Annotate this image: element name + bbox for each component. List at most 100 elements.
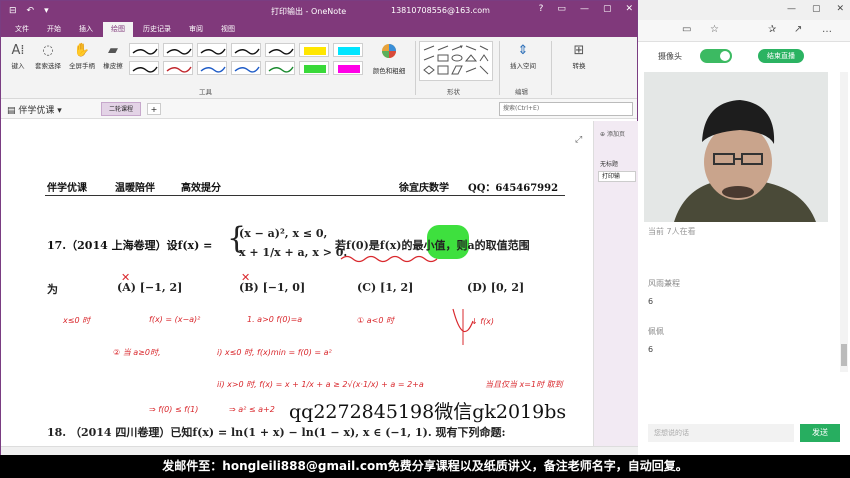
- handwriting: 当且仅当 x=1时 取到: [485, 380, 563, 389]
- ribbon-divider: [499, 41, 500, 95]
- browser-toolbar: ▭ ☆ ✰ ↗ …: [638, 20, 850, 42]
- pen-swatch[interactable]: [163, 61, 193, 75]
- cross-mark-icon: ✕: [121, 271, 131, 284]
- pen-swatch[interactable]: [231, 43, 261, 57]
- hand-icon: ✋: [73, 43, 91, 58]
- end-live-button[interactable]: 结束直播: [758, 49, 804, 63]
- parabola-sketch: [452, 308, 474, 345]
- undo-icon[interactable]: ↶: [27, 6, 35, 16]
- more-icon[interactable]: …: [822, 24, 832, 35]
- notebook-selector[interactable]: ▤ 伴学优课 ▾: [7, 103, 62, 116]
- favorites-icon[interactable]: ✰: [768, 24, 776, 35]
- close-button[interactable]: ✕: [836, 4, 844, 14]
- chat-username: 风雨兼程: [648, 279, 680, 288]
- header-rule: [45, 195, 565, 196]
- eraser-icon: ▰: [108, 43, 118, 58]
- tab-insert[interactable]: 插入: [71, 22, 101, 37]
- cross-mark-icon: ✕: [241, 271, 251, 284]
- question-17-condition: 若f(0)是f(x)的最小值，则a的取值范围: [335, 239, 530, 252]
- insert-space-button[interactable]: ⇕ 插入空间: [503, 43, 543, 70]
- shapes-group-label: 形状: [447, 88, 460, 96]
- pan-hand-button[interactable]: ✋ 全屏手柄: [65, 43, 99, 70]
- tab-home[interactable]: 开始: [39, 22, 69, 37]
- add-section-button[interactable]: +: [147, 103, 161, 115]
- save-icon[interactable]: ⊟: [9, 6, 17, 16]
- ribbon-divider: [415, 41, 416, 95]
- notebook-bar: ▤ 伴学优课 ▾ 二轮课程 + 搜索(Ctrl+E): [1, 99, 637, 119]
- title-bar: ⊟ ↶ ▾ 打印输出 - OneNote 13810708556@163.com…: [1, 1, 637, 21]
- presenter-video: [644, 72, 828, 222]
- pen-swatch[interactable]: [333, 43, 363, 57]
- help-icon[interactable]: ?: [539, 4, 544, 14]
- header-brand: 伴学优课: [47, 183, 87, 194]
- chat-scrollbar[interactable]: [840, 72, 848, 372]
- favorite-star-icon[interactable]: ☆: [710, 24, 719, 35]
- pen-swatch[interactable]: [333, 61, 363, 75]
- pen-swatch[interactable]: [299, 43, 329, 57]
- ribbon-tabs: 文件 开始 插入 绘图 历史记录 审阅 视图: [1, 21, 637, 37]
- pen-swatch[interactable]: [163, 43, 193, 57]
- color-thickness-button[interactable]: 颜色和粗细: [367, 43, 411, 75]
- question-17-prefix: 17.（2014 上海卷理）设f(x) =: [47, 239, 213, 252]
- handwriting: 1. a>0 f(0)=a: [247, 315, 303, 324]
- pen-swatch[interactable]: [299, 61, 329, 75]
- window-controls: ? ▭ — ▢ ✕: [539, 4, 633, 14]
- handwriting: ⇒ a² ≤ a+2: [229, 405, 275, 414]
- add-page-button[interactable]: ⊕ 添加页: [600, 129, 625, 138]
- ribbon-display-icon[interactable]: ▭: [557, 4, 566, 14]
- scrollbar-thumb[interactable]: [841, 344, 847, 366]
- handwriting: ① a<0 时: [357, 316, 394, 325]
- notebook-icon: ▤: [7, 106, 19, 116]
- share-icon[interactable]: ↗: [794, 24, 802, 35]
- piecewise-case-1: (x − a)², x ≤ 0,: [239, 227, 328, 240]
- tab-file[interactable]: 文件: [7, 22, 37, 37]
- tab-draw[interactable]: 绘图: [103, 22, 133, 37]
- minimize-button[interactable]: —: [580, 4, 589, 14]
- maximize-button[interactable]: ▢: [812, 4, 821, 14]
- header-slogan: 温暖陪伴: [115, 183, 155, 194]
- pen-swatch[interactable]: [129, 43, 159, 57]
- pen-swatch[interactable]: [265, 43, 295, 57]
- reader-view-icon[interactable]: ▭: [682, 24, 691, 35]
- pen-swatch[interactable]: [197, 61, 227, 75]
- page-item-untitled[interactable]: 无标题: [600, 159, 618, 168]
- window-title: 打印输出 - OneNote: [271, 7, 347, 16]
- shapes-gallery[interactable]: [419, 41, 493, 81]
- header-qq: QQ：645467992: [468, 183, 559, 194]
- insert-space-icon: ⇕: [517, 43, 529, 58]
- handwriting: ii) x>0 时, f(x) = x + 1/x + a ≥ 2√(x·1/x…: [217, 380, 424, 389]
- type-button[interactable]: A⁞ 键入: [5, 43, 31, 70]
- close-button[interactable]: ✕: [625, 4, 633, 14]
- camera-toggle[interactable]: [700, 49, 732, 63]
- pen-swatch[interactable]: [197, 43, 227, 57]
- question-17-wei: 为: [47, 283, 58, 296]
- handwriting: f(x) = (x−a)²: [149, 315, 201, 324]
- page-item-print[interactable]: 打印输: [598, 171, 636, 182]
- customize-chevron-icon[interactable]: ▾: [44, 6, 49, 16]
- maximize-button[interactable]: ▢: [603, 4, 612, 14]
- eraser-button[interactable]: ▰ 橡皮擦: [99, 43, 127, 70]
- live-panel: — ▢ ✕ ▭ ☆ ✰ ↗ … 摄像头 结束直播 当前 7人在看 风雨兼程 6 …: [638, 0, 850, 455]
- expand-icon[interactable]: ⤢: [575, 135, 582, 145]
- pen-swatch[interactable]: [129, 61, 159, 75]
- chat-message: 6: [648, 297, 654, 306]
- handwriting: ↓ f(x): [471, 317, 495, 326]
- account-email[interactable]: 13810708556@163.com: [391, 6, 490, 15]
- tab-history[interactable]: 历史记录: [135, 22, 179, 37]
- browser-title-bar: — ▢ ✕: [638, 0, 850, 20]
- minimize-button[interactable]: —: [787, 4, 796, 14]
- tab-view[interactable]: 视图: [213, 22, 243, 37]
- search-input[interactable]: 搜索(Ctrl+E): [499, 102, 633, 116]
- ribbon: A⁞ 键入 ◌ 套索选择 ✋ 全屏手柄 ▰ 橡皮擦 工具 颜色和粗细 形状 ⇕ 插入空间 …: [1, 37, 637, 99]
- handwriting: ⇒ f(0) ≤ f(1): [149, 405, 199, 414]
- convert-button[interactable]: ⊞ 转换: [559, 43, 599, 70]
- section-tab[interactable]: 二轮课程: [101, 102, 141, 116]
- pen-swatch[interactable]: [231, 61, 261, 75]
- lasso-select-button[interactable]: ◌ 套索选择: [31, 43, 65, 70]
- chat-input[interactable]: 您想说的话: [648, 424, 794, 442]
- send-button[interactable]: 发送: [800, 424, 840, 442]
- option-d: (D) [0, 2]: [467, 281, 525, 294]
- note-page[interactable]: ⤢ 伴学优课 温暖陪伴 高效提分 徐宜庆数学 QQ：645467992 17.（…: [1, 121, 593, 446]
- pen-swatch[interactable]: [265, 61, 295, 75]
- tab-review[interactable]: 审阅: [181, 22, 211, 37]
